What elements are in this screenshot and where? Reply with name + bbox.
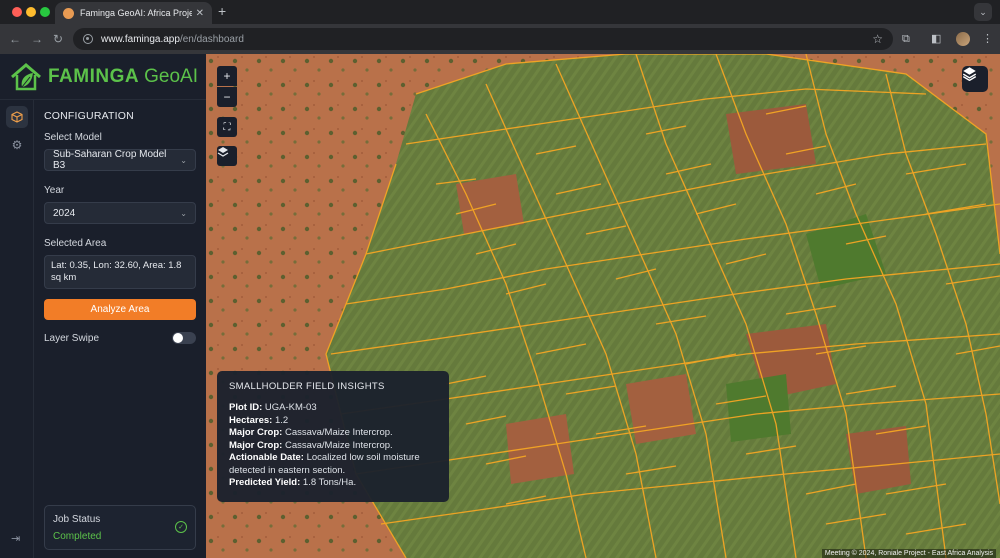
layer-swipe-label: Layer Swipe: [44, 332, 100, 344]
reload-icon[interactable]: ↻: [53, 32, 63, 46]
browser-window: Faminga GeoAI: Africa Project ✕ + ⌄ ← → …: [0, 0, 1000, 558]
insights-title: SMALLHOLDER FIELD INSIGHTS: [229, 381, 385, 392]
year-select[interactable]: 2024 ⌄: [44, 202, 196, 224]
tab-bar: Faminga GeoAI: Africa Project ✕ + ⌄: [0, 0, 1000, 24]
insight-row-predicted-yield: Predicted Yield: 1.8 Tons/Ha.: [229, 477, 357, 488]
layers-icon: [217, 147, 229, 157]
year-label: Year: [44, 185, 65, 196]
year-value: 2024: [53, 207, 76, 219]
tab-search-icon[interactable]: ⌄: [974, 3, 992, 21]
chevron-down-icon: ⌄: [180, 208, 187, 218]
new-tab-icon[interactable]: +: [218, 4, 226, 18]
gear-icon: ⚙: [11, 138, 23, 152]
field-insights-popup: SMALLHOLDER FIELD INSIGHTS Plot ID: UGA-…: [217, 371, 449, 502]
leaf-house-logo-icon: [11, 62, 41, 90]
insight-row-major-crop: Major Crop: Cassava/Maize Intercrop.: [229, 427, 393, 438]
more-menu-icon[interactable]: ⋮: [982, 32, 993, 46]
rail-layers-button[interactable]: [6, 106, 28, 128]
layer-swipe-row: Layer Swipe: [44, 332, 196, 344]
close-window-button[interactable]: [12, 7, 22, 17]
insight-row-plot-id: Plot ID: UGA-KM-03: [229, 402, 317, 413]
browser-tab[interactable]: Faminga GeoAI: Africa Project ✕: [55, 2, 212, 24]
profile-avatar[interactable]: [956, 32, 970, 46]
brand-suffix: GeoAI: [144, 65, 198, 87]
sidebar: FAMINGA GeoAI ⚙ CONFIGURATION Select Mod…: [0, 54, 206, 558]
bookmark-star-icon[interactable]: ☆: [872, 32, 883, 46]
satellite-map[interactable]: + − ⛶ SMALLHOLDER FIELD INSIGHTS Plot ID…: [206, 54, 1000, 558]
minimize-window-button[interactable]: [26, 7, 36, 17]
brand-header: FAMINGA GeoAI: [0, 54, 206, 100]
cube-icon: [11, 111, 23, 123]
side-panel-icon[interactable]: ◧: [931, 32, 941, 46]
basemap-layers-button[interactable]: [217, 146, 237, 166]
app-root: FAMINGA GeoAI ⚙ CONFIGURATION Select Mod…: [0, 54, 1000, 558]
browser-toolbar: ← → ↻ www.faminga.app/en/dashboard ☆ ⧉ ◧…: [0, 24, 1000, 54]
extensions-icon[interactable]: ⧉: [902, 32, 910, 46]
logout-icon[interactable]: ⇥: [11, 532, 20, 545]
layer-swipe-toggle[interactable]: [172, 332, 196, 344]
model-select[interactable]: Sub-Saharan Crop Model B3 ⌄: [44, 149, 196, 171]
insight-row-actionable-date: Actionable Date: Localized low soil mois…: [229, 452, 420, 476]
check-circle-icon: ✓: [175, 521, 187, 533]
configuration-panel: CONFIGURATION Select Model Sub-Saharan C…: [44, 110, 196, 344]
address-bar[interactable]: www.faminga.app/en/dashboard ☆: [73, 28, 893, 50]
job-status-title: Job Status: [53, 514, 101, 525]
back-icon[interactable]: ←: [9, 32, 21, 46]
map-attribution: Meeting © 2024, Roniale Project - East A…: [821, 549, 996, 558]
config-title: CONFIGURATION: [44, 110, 134, 122]
site-info-icon[interactable]: [83, 34, 93, 44]
analyze-area-button[interactable]: Analyze Area: [44, 299, 196, 320]
zoom-in-button[interactable]: +: [217, 66, 237, 86]
maximize-window-button[interactable]: [40, 7, 50, 17]
job-status-value: Completed: [53, 531, 102, 542]
insight-row-major-crop-2: Major Crop: Cassava/Maize Intercrop.: [229, 439, 393, 451]
rail-settings-button[interactable]: ⚙: [6, 134, 28, 156]
chevron-down-icon: ⌄: [180, 155, 187, 165]
model-label: Select Model: [44, 132, 102, 143]
favicon-icon: [63, 7, 74, 19]
tab-close-icon[interactable]: ✕: [196, 8, 204, 19]
selected-area-field[interactable]: Lat: 0.35, Lon: 32.60, Area: 1.8 sq km: [44, 255, 196, 289]
brand-name: FAMINGA: [48, 65, 140, 87]
job-status-card: Job Status Completed ✓: [44, 505, 196, 550]
layers-stack-icon: [962, 67, 977, 81]
tab-title: Faminga GeoAI: Africa Project: [80, 8, 192, 18]
fullscreen-button[interactable]: ⛶: [217, 117, 237, 137]
forward-icon[interactable]: →: [31, 32, 43, 46]
toggle-knob: [173, 333, 183, 343]
url-path: /en/dashboard: [179, 33, 244, 45]
url-host: www.faminga.app: [101, 33, 180, 45]
insight-row-hectares: Hectares: 1.2: [229, 414, 289, 426]
layers-panel-button[interactable]: [962, 66, 988, 92]
icon-rail: ⚙: [0, 100, 34, 558]
fullscreen-icon: ⛶: [223, 121, 231, 133]
area-label: Selected Area: [44, 238, 107, 249]
model-value: Sub-Saharan Crop Model B3: [53, 149, 167, 171]
zoom-out-button[interactable]: −: [217, 87, 237, 107]
